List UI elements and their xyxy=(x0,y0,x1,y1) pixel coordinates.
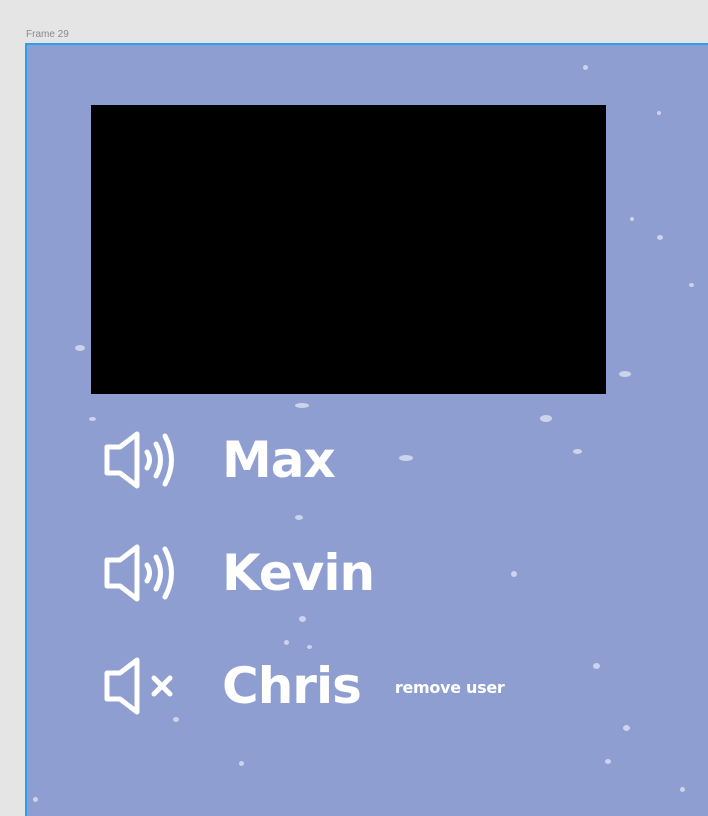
user-name-max: Max xyxy=(222,431,336,489)
frame-29: Max Kevin Chris remove user xyxy=(25,43,708,816)
frame-label: Frame 29 xyxy=(26,29,69,40)
user-name-kevin: Kevin xyxy=(222,544,375,602)
speaker-on-icon[interactable] xyxy=(103,541,179,605)
speaker-muted-icon[interactable] xyxy=(103,654,179,718)
user-name-chris: Chris xyxy=(222,657,362,715)
remove-user-button[interactable]: remove user xyxy=(395,678,505,697)
user-row-kevin: Kevin xyxy=(103,541,375,605)
user-row-chris: Chris remove user xyxy=(103,654,505,718)
user-row-max: Max xyxy=(103,428,336,492)
speaker-on-icon[interactable] xyxy=(103,428,179,492)
video-screen[interactable] xyxy=(91,105,606,394)
